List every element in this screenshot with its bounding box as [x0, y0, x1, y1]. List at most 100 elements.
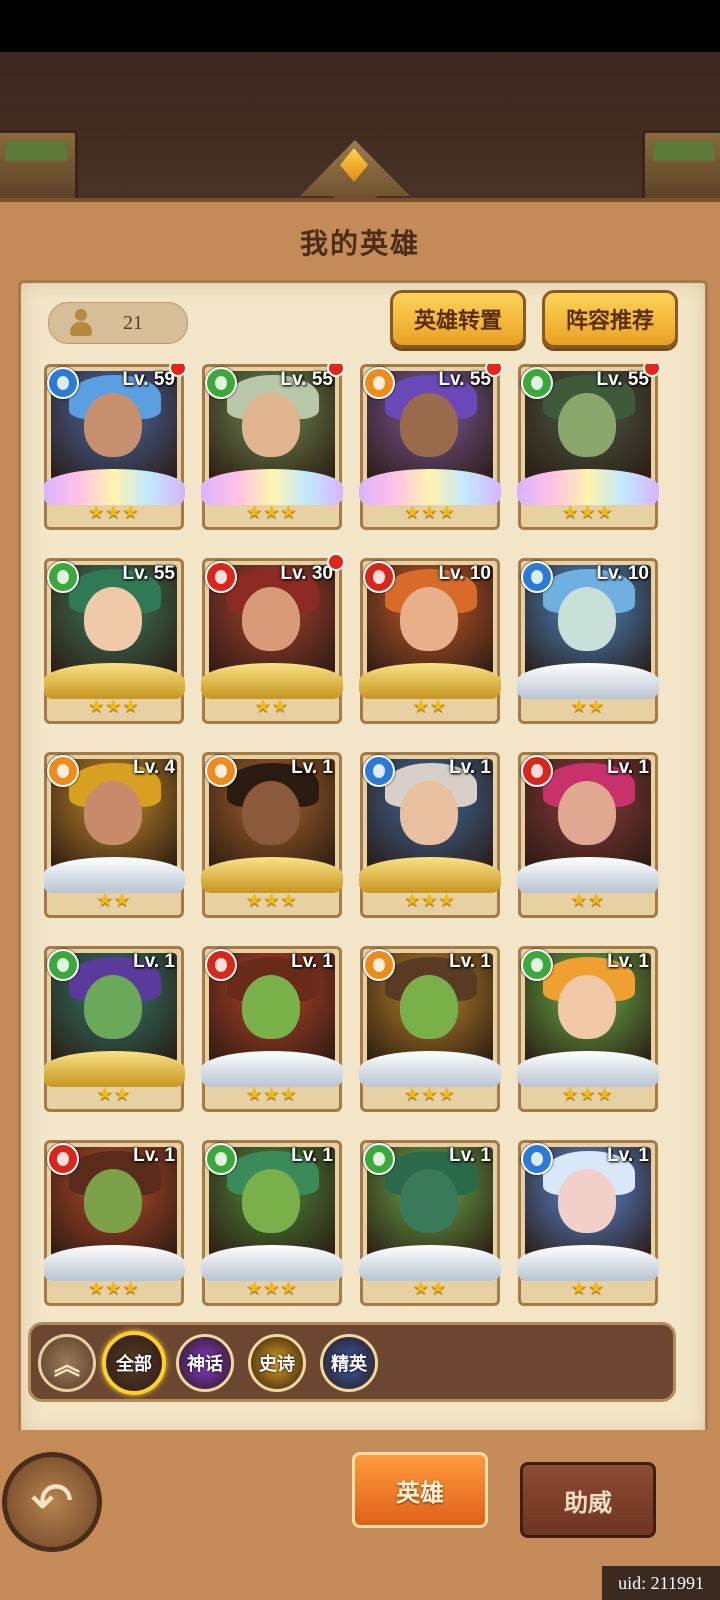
- left-pillar-decoration: [0, 130, 78, 206]
- hero-face: [84, 1169, 142, 1233]
- hero-face: [84, 393, 142, 457]
- water-element-icon: [521, 561, 553, 593]
- hero-card[interactable]: Lv. 1 ★★: [517, 752, 659, 918]
- hero-level: Lv. 1: [449, 757, 491, 778]
- hero-card[interactable]: Lv. 59 ★★★: [44, 364, 187, 530]
- hero-level: Lv. 1: [291, 757, 333, 778]
- hero-stars: ★★: [570, 1278, 606, 1298]
- hero-face: [84, 587, 142, 651]
- hero-stars: ★★★: [562, 502, 614, 522]
- hero-card[interactable]: Lv. 1 ★★: [517, 1140, 659, 1306]
- wind-element-icon: [205, 1143, 237, 1175]
- hero-frame: [359, 1051, 501, 1087]
- notification-dot: [643, 364, 661, 377]
- hero-frame: [201, 663, 343, 699]
- hero-frame: [201, 1245, 343, 1281]
- hero-card[interactable]: Lv. 4 ★★: [44, 752, 185, 918]
- wind-element-icon: [47, 949, 79, 981]
- fire-element-icon: [363, 561, 395, 593]
- hero-frame: [517, 469, 659, 505]
- hero-level: Lv. 55: [596, 369, 649, 390]
- hero-card[interactable]: Lv. 1 ★★★: [517, 946, 659, 1112]
- hero-level: Lv. 1: [133, 951, 175, 972]
- tab-support[interactable]: 助威: [520, 1462, 656, 1538]
- hero-frame: [201, 469, 343, 505]
- hero-face: [242, 587, 300, 651]
- hero-level: Lv. 1: [291, 1145, 333, 1166]
- hero-card[interactable]: Lv. 1 ★★: [44, 946, 185, 1112]
- hero-frame: [517, 857, 659, 893]
- filter-all[interactable]: 全部: [102, 1331, 166, 1395]
- hero-face: [242, 1169, 300, 1233]
- wind-element-icon: [363, 1143, 395, 1175]
- filter-mythic[interactable]: 神话: [176, 1334, 234, 1392]
- hero-face: [400, 393, 458, 457]
- hero-transfer-button[interactable]: 英雄转置: [390, 290, 526, 348]
- hero-level: Lv. 55: [280, 369, 333, 390]
- lineup-recommend-button[interactable]: 阵容推荐: [542, 290, 678, 348]
- double-chevron-up-icon[interactable]: ︽: [38, 1334, 96, 1392]
- hero-stars: ★★: [412, 696, 448, 716]
- hero-level: Lv. 59: [122, 369, 175, 390]
- filter-epic[interactable]: 史诗: [248, 1334, 306, 1392]
- hero-stars: ★★★: [88, 1278, 140, 1298]
- hero-card[interactable]: Lv. 1 ★★★: [201, 752, 343, 918]
- fire-element-icon: [205, 949, 237, 981]
- hero-card[interactable]: Lv. 1 ★★★: [359, 946, 501, 1112]
- hero-card[interactable]: Lv. 55 ★★★: [201, 364, 345, 530]
- wind-element-icon: [47, 561, 79, 593]
- hero-stars: ★★: [96, 890, 132, 910]
- tab-heroes[interactable]: 英雄: [352, 1452, 488, 1528]
- hero-level: Lv. 1: [449, 951, 491, 972]
- wind-element-icon: [205, 367, 237, 399]
- hero-stars: ★★★: [404, 890, 456, 910]
- hero-frame: [359, 469, 501, 505]
- hero-card[interactable]: Lv. 1 ★★: [359, 1140, 501, 1306]
- notification-dot: [169, 364, 187, 377]
- filter-elite[interactable]: 精英: [320, 1334, 378, 1392]
- hero-frame: [517, 1051, 659, 1087]
- hero-card[interactable]: Lv. 1 ★★★: [44, 1140, 185, 1306]
- back-arrow-icon[interactable]: ↶: [2, 1452, 102, 1552]
- hero-frame: [359, 1245, 501, 1281]
- hero-card[interactable]: Lv. 55 ★★★: [517, 364, 661, 530]
- hero-card[interactable]: Lv. 1 ★★★: [359, 752, 501, 918]
- hero-frame: [44, 469, 185, 505]
- hero-card[interactable]: Lv. 1 ★★★: [201, 946, 343, 1112]
- hero-frame: [517, 663, 659, 699]
- hero-face: [400, 587, 458, 651]
- hero-stars: ★★★: [404, 502, 456, 522]
- earth-element-icon: [205, 755, 237, 787]
- hero-card[interactable]: Lv. 10 ★★: [359, 558, 501, 724]
- hero-card[interactable]: Lv. 55 ★★★: [44, 558, 185, 724]
- hero-card[interactable]: Lv. 55 ★★★: [359, 364, 503, 530]
- hero-face: [242, 781, 300, 845]
- hero-level: Lv. 1: [291, 951, 333, 972]
- hero-card[interactable]: Lv. 10 ★★: [517, 558, 659, 724]
- water-element-icon: [363, 755, 395, 787]
- wind-element-icon: [521, 949, 553, 981]
- hero-face: [84, 781, 142, 845]
- hero-face: [400, 1169, 458, 1233]
- hero-level: Lv. 55: [438, 369, 491, 390]
- hero-card[interactable]: Lv. 30 ★★: [201, 553, 345, 724]
- hero-stars: ★★★: [404, 1084, 456, 1104]
- hero-stars: ★★: [570, 696, 606, 716]
- hero-stars: ★★: [570, 890, 606, 910]
- hero-level: Lv. 10: [596, 563, 649, 584]
- hero-card[interactable]: Lv. 1 ★★★: [201, 1140, 343, 1306]
- fire-element-icon: [521, 755, 553, 787]
- hero-face: [558, 781, 616, 845]
- hero-face: [400, 781, 458, 845]
- water-element-icon: [521, 1143, 553, 1175]
- hero-stars: ★★★: [246, 502, 298, 522]
- notification-dot: [327, 553, 345, 571]
- hero-face: [558, 975, 616, 1039]
- hero-level: Lv. 1: [133, 1145, 175, 1166]
- earth-element-icon: [363, 367, 395, 399]
- hero-level: Lv. 1: [607, 951, 649, 972]
- earth-element-icon: [363, 949, 395, 981]
- hero-face: [558, 587, 616, 651]
- hero-stars: ★★: [412, 1278, 448, 1298]
- hero-frame: [359, 663, 501, 699]
